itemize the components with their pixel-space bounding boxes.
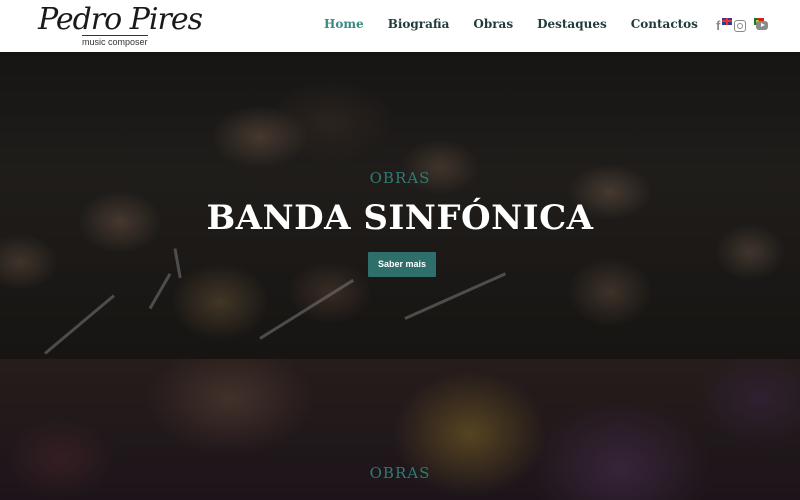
youtube-icon[interactable] <box>756 21 768 30</box>
logo[interactable]: Pedro Pires music composer <box>38 2 203 48</box>
instagram-icon[interactable] <box>734 19 746 32</box>
hero-content: OBRAS BANDA SINFÓNICA Saber mais <box>0 52 800 359</box>
logo-script: Pedro Pires <box>38 2 203 37</box>
social-links: f <box>716 19 778 32</box>
second-banner: OBRAS <box>0 359 800 500</box>
nav-item-destaques[interactable]: Destaques <box>537 17 607 31</box>
logo-tagline: music composer <box>82 35 148 47</box>
nav-item-obras[interactable]: Obras <box>473 17 513 31</box>
hero-banner: OBRAS BANDA SINFÓNICA Saber mais <box>0 52 800 359</box>
nav-item-contactos[interactable]: Contactos <box>631 17 698 31</box>
nav-item-biografia[interactable]: Biografia <box>388 17 450 31</box>
site-header: Pedro Pires music composer Home Biografi… <box>0 0 800 52</box>
hero-eyebrow: OBRAS <box>369 169 431 187</box>
hero-title: BANDA SINFÓNICA <box>206 198 594 238</box>
saber-mais-button[interactable]: Saber mais <box>368 252 436 277</box>
second-eyebrow: OBRAS <box>369 464 431 482</box>
nav-item-home[interactable]: Home <box>324 17 364 31</box>
facebook-icon[interactable]: f <box>716 19 724 32</box>
